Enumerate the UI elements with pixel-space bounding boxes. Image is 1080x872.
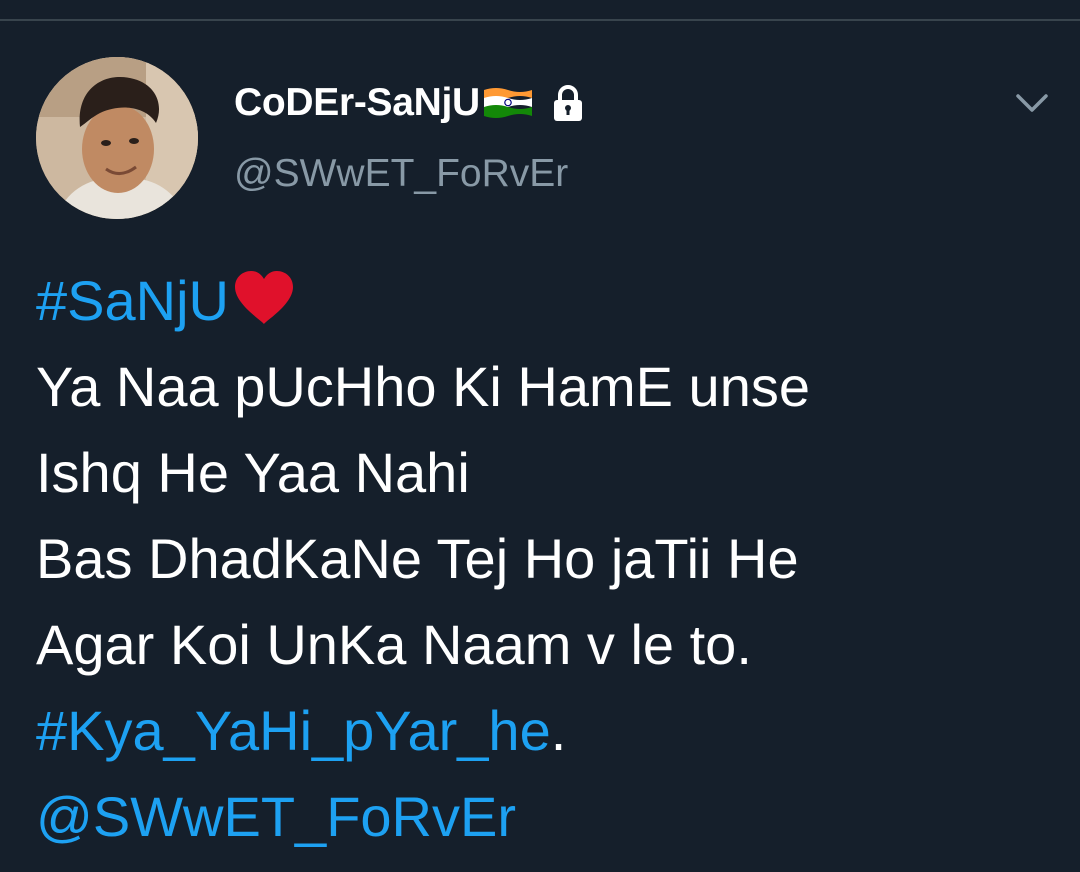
avatar-photo bbox=[36, 57, 198, 219]
avatar[interactable] bbox=[36, 57, 198, 219]
body-line-hashtag: #SaNjU bbox=[36, 258, 1046, 344]
body-line-hashtag-2: #Kya_YaHi_pYar_he. bbox=[36, 688, 1046, 774]
hashtag-suffix: . bbox=[550, 699, 567, 762]
display-name-row[interactable]: CoDEr-SaNjU bbox=[234, 78, 588, 128]
body-line-mention: @SWwET_FoRvEr bbox=[36, 774, 1046, 860]
mention-link[interactable]: @SWwET_FoRvEr bbox=[36, 785, 516, 848]
display-name[interactable]: CoDEr-SaNjU bbox=[234, 81, 480, 125]
hashtag-link[interactable]: #Kya_YaHi_pYar_he bbox=[36, 699, 551, 762]
body-line: Bas DhadKaNe Tej Ho jaTii He bbox=[36, 527, 799, 590]
body-line: Agar Koi UnKa Naam v le to. bbox=[36, 613, 752, 676]
chevron-down-icon[interactable] bbox=[1012, 88, 1052, 118]
body-line: Ya Naa pUcHho Ki HamE unse bbox=[36, 355, 810, 418]
hashtag-link[interactable]: #SaNjU bbox=[36, 269, 229, 332]
india-flag-icon bbox=[482, 86, 534, 120]
handle[interactable]: @SWwET_FoRvEr bbox=[234, 152, 568, 196]
body-line: Ishq He Yaa Nahi bbox=[36, 441, 470, 504]
red-heart-icon bbox=[233, 266, 295, 324]
tweet-body: #SaNjU Ya Naa pUcHho Ki HamE unse Ishq H… bbox=[36, 258, 1046, 860]
lock-icon bbox=[548, 83, 588, 123]
